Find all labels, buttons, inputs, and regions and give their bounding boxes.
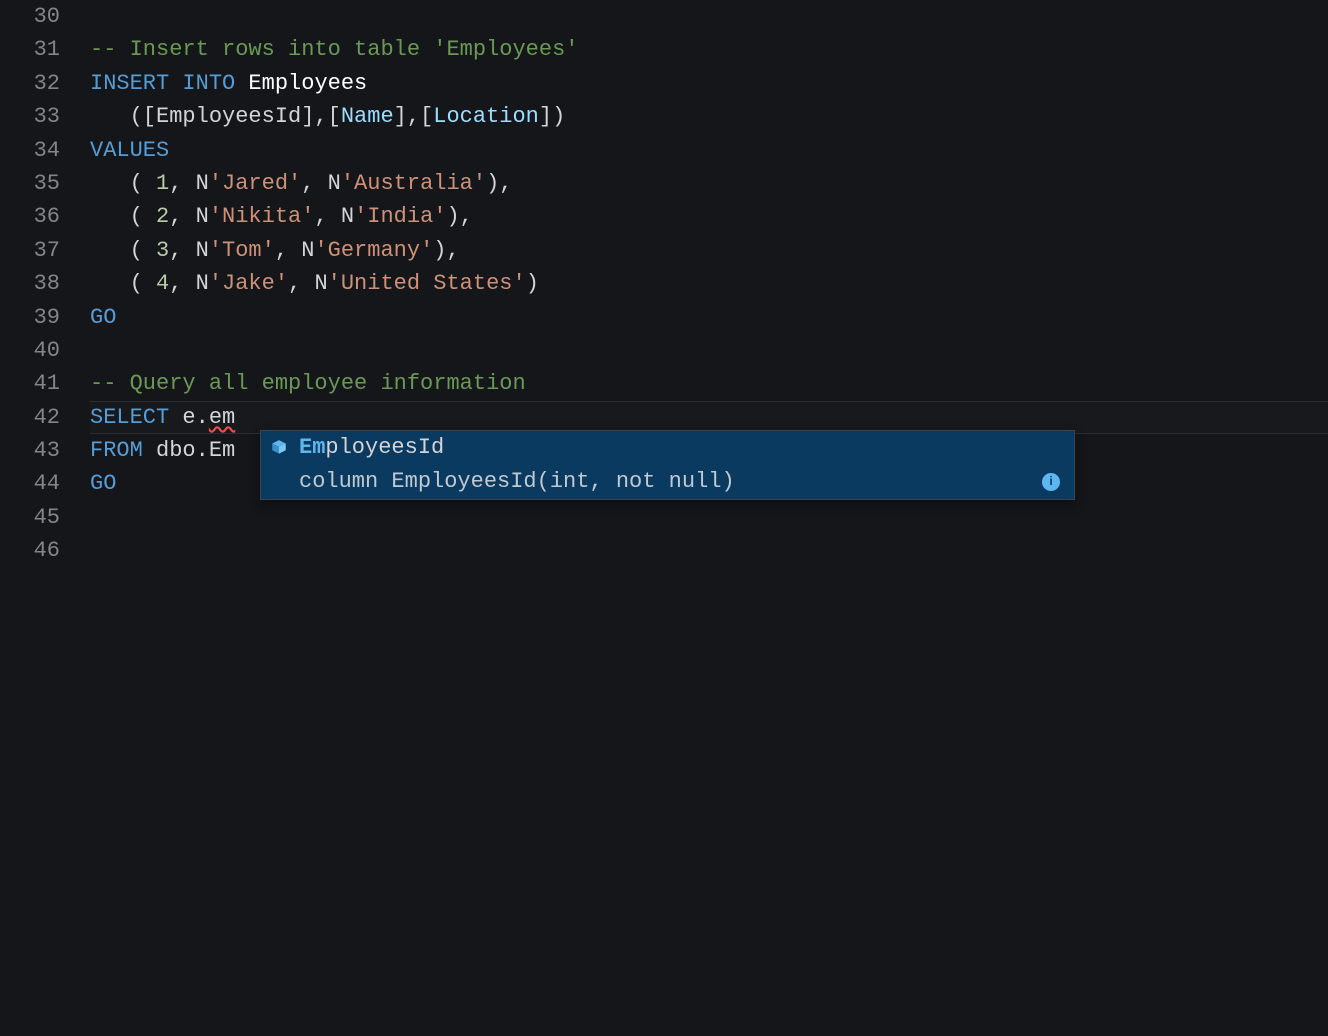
code-line[interactable]: ( 3, N'Tom', N'Germany'),	[90, 234, 1328, 267]
field-icon	[269, 438, 289, 458]
intellisense-item[interactable]: EmployeesId	[261, 431, 1074, 465]
intellisense-label: EmployeesId	[299, 431, 444, 464]
code-line[interactable]	[90, 0, 1328, 33]
code-line[interactable]	[90, 534, 1328, 567]
code-area[interactable]: -- Insert rows into table 'Employees' IN…	[90, 0, 1328, 1036]
code-line[interactable]: INSERT INTO Employees	[90, 67, 1328, 100]
code-line[interactable]	[90, 501, 1328, 534]
code-line[interactable]: -- Query all employee information	[90, 367, 1328, 400]
code-line[interactable]: ( 4, N'Jake', N'United States')	[90, 267, 1328, 300]
code-line[interactable]: ( 1, N'Jared', N'Australia'),	[90, 167, 1328, 200]
code-line[interactable]: ([EmployeesId],[Name],[Location])	[90, 100, 1328, 133]
code-line[interactable]: -- Insert rows into table 'Employees'	[90, 33, 1328, 66]
code-line[interactable]	[90, 334, 1328, 367]
info-icon[interactable]: i	[1042, 473, 1060, 491]
line-gutter: 30 31 32 33 34 35 36 37 38 39 40 41 42 4…	[0, 0, 90, 1036]
code-line[interactable]: GO	[90, 301, 1328, 334]
code-line[interactable]: SELECT e.em	[90, 401, 1328, 434]
code-line[interactable]: ( 2, N'Nikita', N'India'),	[90, 200, 1328, 233]
intellisense-detail: column EmployeesId(int, not null) i	[261, 465, 1074, 499]
intellisense-popup[interactable]: EmployeesId column EmployeesId(int, not …	[260, 430, 1075, 500]
code-editor[interactable]: 30 31 32 33 34 35 36 37 38 39 40 41 42 4…	[0, 0, 1328, 1036]
code-line[interactable]: VALUES	[90, 134, 1328, 167]
